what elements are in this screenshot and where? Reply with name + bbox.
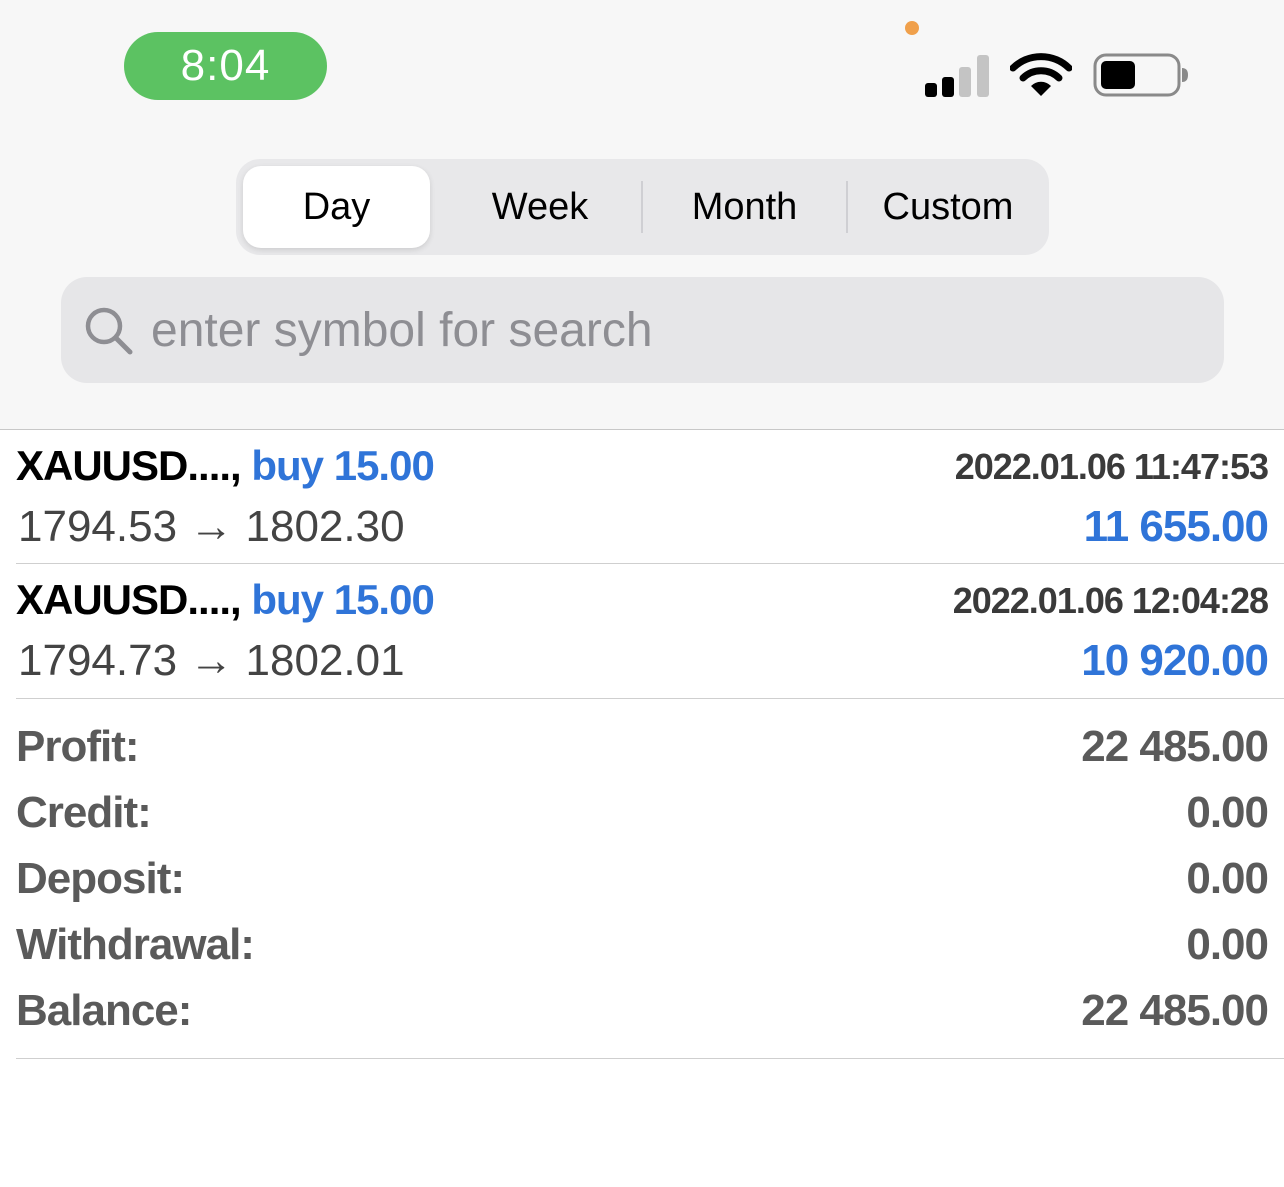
summary-divider xyxy=(16,1058,1284,1059)
deal-prices: 1794.53 → 1802.30 xyxy=(18,502,405,551)
summary-value: 0.00 xyxy=(1186,854,1269,903)
summary-withdrawal-row: Withdrawal: 0.00 xyxy=(0,912,1284,978)
summary-label: Withdrawal: xyxy=(16,920,255,969)
deal-time: 2022.01.06 12:04:28 xyxy=(952,580,1269,621)
deal-prices: 1794.73 → 1802.01 xyxy=(18,636,405,685)
tab-month[interactable]: Month xyxy=(643,159,846,255)
wifi-icon xyxy=(1010,53,1072,96)
cellular-signal-icon xyxy=(925,55,993,97)
summary-label: Profit: xyxy=(16,722,140,771)
tab-week[interactable]: Week xyxy=(438,159,642,255)
deal-symbol: XAUUSD...., xyxy=(16,576,242,623)
summary-label: Credit: xyxy=(16,788,152,837)
summary-value: 22 485.00 xyxy=(1081,722,1269,771)
period-segmented-control: Day Week Month Custom xyxy=(236,159,1049,255)
deal-type: buy 15.00 xyxy=(251,576,434,623)
microphone-indicator-dot xyxy=(905,21,919,35)
search-icon xyxy=(85,307,133,355)
row-divider xyxy=(16,698,1284,699)
deal-type: buy 15.00 xyxy=(251,442,434,489)
summary-label: Balance: xyxy=(16,986,192,1035)
deal-profit: 10 920.00 xyxy=(1081,636,1269,685)
deal-title: XAUUSD...., buy 15.00 xyxy=(16,576,435,624)
summary-balance-row: Balance: 22 485.00 xyxy=(0,978,1284,1044)
search-input[interactable] xyxy=(151,277,1201,383)
deal-profit: 11 655.00 xyxy=(1083,502,1269,551)
status-time: 8:04 xyxy=(124,32,327,100)
tab-day[interactable]: Day xyxy=(243,166,430,248)
deal-time: 2022.01.06 11:47:53 xyxy=(954,446,1269,487)
tab-custom[interactable]: Custom xyxy=(848,159,1048,255)
search-bar[interactable] xyxy=(61,277,1224,383)
summary-value: 0.00 xyxy=(1186,920,1269,969)
summary-deposit-row: Deposit: 0.00 xyxy=(0,846,1284,912)
summary-value: 0.00 xyxy=(1186,788,1269,837)
battery-icon xyxy=(1093,53,1188,97)
deal-title: XAUUSD...., buy 15.00 xyxy=(16,442,435,490)
deal-row[interactable]: XAUUSD...., buy 15.00 2022.01.06 11:47:5… xyxy=(0,430,1284,564)
deal-symbol: XAUUSD...., xyxy=(16,442,242,489)
summary-value: 22 485.00 xyxy=(1081,986,1269,1035)
summary-credit-row: Credit: 0.00 xyxy=(0,780,1284,846)
summary-label: Deposit: xyxy=(16,854,185,903)
deal-row[interactable]: XAUUSD...., buy 15.00 2022.01.06 12:04:2… xyxy=(0,564,1284,698)
summary-profit-row: Profit: 22 485.00 xyxy=(0,714,1284,780)
